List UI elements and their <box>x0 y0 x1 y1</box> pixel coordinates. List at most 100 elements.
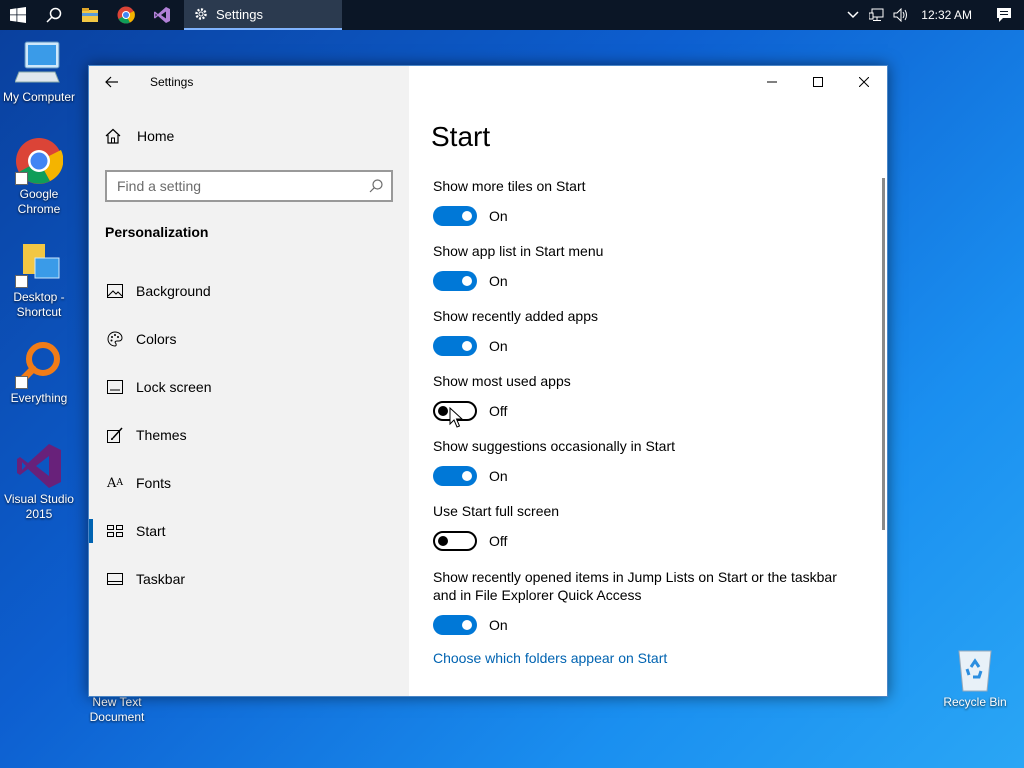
search-box[interactable]: Find a setting <box>105 170 393 202</box>
settings-window: Settings Home Find a setting Personaliza… <box>88 65 888 697</box>
file-explorer-button[interactable] <box>72 0 108 30</box>
shortcut-arrow-icon <box>15 172 28 185</box>
nav-item-label: Start <box>136 523 166 539</box>
nav-item-label: Colors <box>136 331 177 347</box>
desktop-icon-label: Visual Studio 2015 <box>4 492 74 521</box>
taskbar: Settings 12:32 AM <box>0 0 1024 30</box>
clock[interactable]: 12:32 AM <box>913 8 984 22</box>
volume-button[interactable] <box>890 0 912 30</box>
search-icon <box>369 179 383 196</box>
setting-show-suggestions: Show suggestions occasionally in Start O… <box>433 437 853 487</box>
close-icon <box>859 77 869 87</box>
desktop-icon-label: Everything <box>10 391 68 405</box>
maximize-icon <box>813 77 823 87</box>
scrollbar[interactable] <box>882 178 885 530</box>
show-hidden-icons-button[interactable] <box>842 0 864 30</box>
settings-content: Start Show more tiles on Start On Show a… <box>409 66 887 696</box>
nav-item-start[interactable]: Start <box>89 507 409 555</box>
nav-item-label: Background <box>136 283 211 299</box>
close-button[interactable] <box>841 66 887 98</box>
themes-icon <box>105 425 125 445</box>
chrome-icon <box>15 137 64 185</box>
minimize-icon <box>767 81 777 83</box>
title-bar: Settings <box>89 66 409 98</box>
app-title: Settings <box>150 75 194 89</box>
minimize-button[interactable] <box>749 66 795 98</box>
toggle-switch[interactable] <box>433 271 477 291</box>
section-title: Personalization <box>105 224 209 240</box>
desktop-icon-new-text-document[interactable]: New Text Document <box>78 695 156 725</box>
desktop-icon-visual-studio[interactable]: Visual Studio 2015 <box>0 442 78 522</box>
start-button[interactable] <box>0 0 36 30</box>
windows-logo-icon <box>10 7 26 23</box>
desktop-icon-my-computer[interactable]: My Computer <box>0 40 78 105</box>
start-layout-icon <box>105 521 125 541</box>
setting-label: Show recently opened items in Jump Lists… <box>433 569 837 603</box>
nav-item-colors[interactable]: Colors <box>89 315 409 363</box>
desktop-icon-label: My Computer <box>2 90 76 104</box>
nav-item-lock-screen[interactable]: Lock screen <box>89 363 409 411</box>
toggle-state: On <box>489 273 508 289</box>
toggle-state: On <box>489 208 508 224</box>
home-label: Home <box>137 128 175 144</box>
chrome-taskbar-button[interactable] <box>108 0 144 30</box>
action-center-button[interactable] <box>984 0 1024 30</box>
computer-icon <box>14 40 63 88</box>
setting-show-more-tiles: Show more tiles on Start On <box>433 177 853 227</box>
desktop-icon-desktop-shortcut[interactable]: Desktop - Shortcut <box>0 240 78 320</box>
gear-icon <box>195 8 207 20</box>
desktop-icon-google-chrome[interactable]: Google Chrome <box>0 137 78 217</box>
setting-full-screen: Use Start full screen Off <box>433 502 853 552</box>
desktop-icon-label: Recycle Bin <box>943 695 1007 709</box>
nav-item-taskbar[interactable]: Taskbar <box>89 555 409 603</box>
recycle-bin-icon <box>951 645 999 693</box>
visual-studio-icon <box>154 7 170 23</box>
visual-studio-icon <box>15 442 63 490</box>
speaker-icon <box>893 8 908 22</box>
personalization-nav: Background Colors Lock screen Themes AA … <box>89 267 409 603</box>
toggle-switch[interactable] <box>433 206 477 226</box>
network-button[interactable] <box>866 0 888 30</box>
settings-taskbar-button[interactable]: Settings <box>184 0 342 30</box>
toggle-switch[interactable] <box>433 615 477 635</box>
search-input[interactable]: Find a setting <box>117 178 201 194</box>
back-button[interactable] <box>89 66 135 98</box>
desktop-icon-label: New Text Document <box>89 695 145 724</box>
search-icon <box>46 7 62 23</box>
search-button[interactable] <box>36 0 72 30</box>
home-nav-item[interactable]: Home <box>105 128 174 144</box>
nav-item-themes[interactable]: Themes <box>89 411 409 459</box>
setting-label: Show app list in Start menu <box>433 243 604 259</box>
setting-show-app-list: Show app list in Start menu On <box>433 242 853 292</box>
desktop-icon-recycle-bin[interactable]: Recycle Bin <box>936 645 1014 710</box>
home-icon <box>105 128 125 144</box>
shortcut-arrow-icon <box>15 376 28 389</box>
toggle-switch[interactable] <box>433 466 477 486</box>
toggle-switch[interactable] <box>433 531 477 551</box>
fonts-icon: AA <box>107 475 123 491</box>
page-title: Start <box>431 121 491 152</box>
setting-show-most-used: Show most used apps Off <box>433 372 853 422</box>
setting-label: Show recently added apps <box>433 308 598 324</box>
desktop-icon-label: Desktop - Shortcut <box>13 290 65 319</box>
setting-label: Show suggestions occasionally in Start <box>433 438 676 454</box>
settings-sidebar: Settings Home Find a setting Personaliza… <box>89 66 409 696</box>
folder-icon <box>15 240 63 288</box>
window-controls <box>749 66 887 98</box>
choose-folders-link[interactable]: Choose which folders appear on Start <box>433 650 667 666</box>
nav-item-background[interactable]: Background <box>89 267 409 315</box>
setting-show-recently-added: Show recently added apps On <box>433 307 853 357</box>
maximize-button[interactable] <box>795 66 841 98</box>
mouse-cursor-icon <box>449 407 463 428</box>
toggle-switch[interactable] <box>433 336 477 356</box>
file-explorer-icon <box>82 8 98 22</box>
nav-item-fonts[interactable]: AA Fonts <box>89 459 409 507</box>
desktop-icon-everything[interactable]: Everything <box>0 341 78 406</box>
visual-studio-taskbar-button[interactable] <box>144 0 180 30</box>
palette-icon <box>105 329 125 349</box>
toggle-state: On <box>489 617 508 633</box>
system-tray: 12:32 AM <box>841 0 1024 30</box>
taskbar-icon <box>105 569 125 589</box>
setting-label: Show more tiles on Start <box>433 178 586 194</box>
shortcut-arrow-icon <box>15 275 28 288</box>
